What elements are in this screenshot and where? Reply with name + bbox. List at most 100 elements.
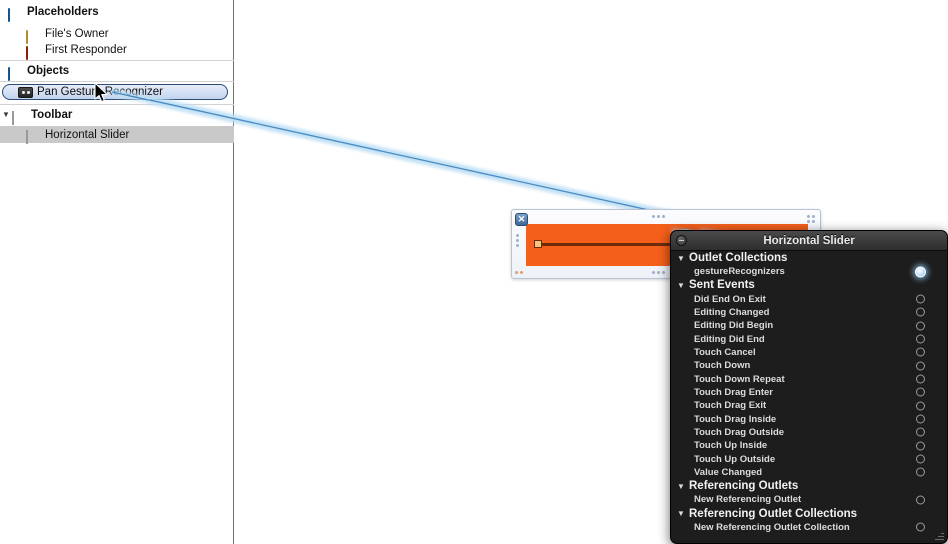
white-square-icon [12,109,27,125]
white-square-icon [26,128,41,144]
connection-well[interactable] [916,361,925,371]
resize-grip[interactable] [934,531,944,541]
close-icon[interactable] [676,235,687,246]
connection-well[interactable] [916,467,925,477]
connections-section-header[interactable]: ▼ Referencing Outlets [671,479,947,493]
chevron-down-icon[interactable]: ▼ [0,106,12,124]
connection-row[interactable]: gestureRecognizers [671,265,947,278]
outline-item-label: First Responder [45,44,127,56]
connection-well[interactable] [916,441,925,451]
chevron-down-icon[interactable]: ▼ [677,509,689,518]
connection-row[interactable]: Editing Changed [671,306,947,319]
connection-well[interactable] [916,294,925,304]
outline-group-label: Objects [27,65,70,77]
connection-row[interactable]: Touch Down [671,359,947,372]
resize-handle-bottom-left[interactable] [515,271,523,274]
connection-well[interactable] [916,454,925,464]
outline-group-label: Placeholders [27,6,99,18]
connection-row-label: Value Changed [694,466,763,478]
connection-row-label: Editing Did Begin [694,320,774,332]
outline-item-horizontal-slider[interactable]: Horizontal Slider [0,126,234,144]
resize-handle-top-right[interactable] [807,215,815,223]
connection-well[interactable] [916,522,925,532]
connections-panel[interactable]: Horizontal Slider ▼ Outlet Collections ges… [670,230,948,544]
slider-min-marker [534,240,542,248]
close-icon[interactable]: ✕ [515,213,528,226]
connection-row[interactable]: Did End On Exit [671,292,947,305]
connections-panel-title: Horizontal Slider [763,234,855,247]
connection-well[interactable] [916,307,925,317]
gesture-recognizer-icon [18,86,33,98]
connection-row[interactable]: Value Changed [671,466,947,479]
cube-red-icon [26,44,41,60]
outline-group-placeholders[interactable]: Placeholders [0,3,234,22]
connections-panel-titlebar: Horizontal Slider [671,231,947,251]
chevron-down-icon[interactable]: ▼ [677,281,689,290]
outline-sidebar[interactable]: Placeholders File's Owner First Responde… [0,0,234,544]
connections-section-header[interactable]: ▼ Referencing Outlet Collections [671,507,947,521]
connection-row[interactable]: Touch Drag Inside [671,412,947,425]
connection-well[interactable] [916,414,925,424]
connections-list[interactable]: ▼ Outlet Collections gestureRecognizers ▼ Se… [671,250,947,543]
resize-handle-top[interactable] [652,215,665,218]
connection-row-label: Touch Down [694,360,751,372]
connection-well[interactable] [916,334,925,344]
connection-well[interactable] [916,321,925,331]
connection-row-label: Touch Cancel [694,346,756,358]
connection-well[interactable] [916,401,925,411]
connection-row[interactable]: Touch Cancel [671,346,947,359]
connection-row-label: Touch Up Inside [694,440,768,452]
connection-row[interactable]: Touch Up Outside [671,452,947,465]
connections-section-label: Referencing Outlets [689,480,799,493]
cube-blue-icon [8,65,23,81]
connection-well[interactable] [916,495,925,505]
connection-well[interactable] [916,427,925,437]
connection-row-label: Touch Drag Inside [694,413,777,425]
connection-row[interactable]: Touch Down Repeat [671,372,947,385]
connection-row[interactable]: Touch Drag Outside [671,426,947,439]
connection-row-label: gestureRecognizers [694,266,785,278]
connection-row-label: New Referencing Outlet [694,494,802,506]
connection-row[interactable]: Editing Did End [671,332,947,345]
connection-row-label: New Referencing Outlet Collection [694,521,850,533]
outline-group-objects[interactable]: Objects [0,62,234,81]
connection-row[interactable]: New Referencing Outlet [671,493,947,506]
outline-item-label: Horizontal Slider [45,128,130,141]
chevron-down-icon[interactable]: ▼ [677,482,689,491]
outline-group-label: Toolbar [31,109,73,121]
connection-well[interactable] [916,387,925,397]
connection-row[interactable]: Touch Drag Enter [671,386,947,399]
connections-section-label: Sent Events [689,279,755,292]
resize-handle-left[interactable] [516,234,519,247]
outline-divider-3 [0,104,234,105]
connection-row-label: Touch Drag Outside [694,426,785,438]
outline-item-pan-gesture-recognizer[interactable]: Pan Gesture Recognizer [0,84,234,101]
connection-row-label: Touch Down Repeat [694,373,785,385]
connection-row[interactable]: New Referencing Outlet Collection [671,521,947,534]
connection-well[interactable] [916,374,925,384]
outline-group-toolbar[interactable]: ▼ Toolbar [0,106,234,125]
connection-well-connected[interactable] [915,266,926,278]
outline-item-first-responder[interactable]: First Responder [0,41,234,60]
connection-row-label: Touch Drag Exit [694,400,767,412]
connections-section-header[interactable]: ▼ Sent Events [671,278,947,292]
connections-section-label: Referencing Outlet Collections [689,507,858,520]
connection-row-label: Editing Changed [694,306,770,318]
resize-handle-bottom[interactable] [652,271,665,274]
outline-divider-1 [0,60,234,61]
chevron-down-icon[interactable]: ▼ [677,254,689,263]
connection-row-label: Touch Up Outside [694,453,776,465]
cube-blue-icon [8,6,23,22]
connection-row[interactable]: Touch Up Inside [671,439,947,452]
connection-row-label: Touch Drag Enter [694,386,773,398]
connection-row-label: Did End On Exit [694,293,766,305]
slider-track [538,243,686,246]
connection-well[interactable] [916,347,925,357]
connection-row[interactable]: Touch Drag Exit [671,399,947,412]
outline-divider-2 [0,81,234,82]
connection-row[interactable]: Editing Did Begin [671,319,947,332]
mouse-cursor-icon [94,82,108,103]
connections-section-label: Outlet Collections [689,252,788,264]
connections-section-header[interactable]: ▼ Outlet Collections [671,251,947,265]
connection-row-label: Editing Did End [694,333,765,345]
